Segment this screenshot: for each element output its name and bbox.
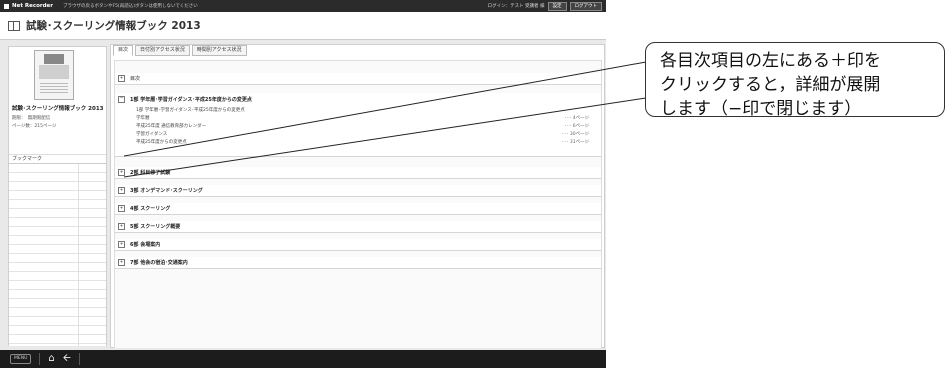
menu-button[interactable]: MENU xyxy=(10,354,32,364)
toc-subitem-page: ･･･ 30ページ xyxy=(561,132,589,137)
title-bar: 試験･スクーリング情報ブック 2013 xyxy=(0,12,606,40)
toc-item-expanded: − 1部 学年暦･学習ガイダンス･平成25年度からの変更点 1部 学年暦･学習ガ… xyxy=(115,93,601,157)
collapse-minus-icon[interactable]: − xyxy=(118,96,125,103)
divider xyxy=(39,353,41,365)
main-panel: 目次 日付別アクセス状況 時間別アクセス状況 + 目次 − 1部 学年暦･学習ガ… xyxy=(110,44,605,348)
toc-item-label: 目次 xyxy=(130,76,141,82)
bookmark-header: ブックマーク xyxy=(9,154,106,163)
book-icon xyxy=(8,20,20,31)
top-bar: Net Recorder ブラウザの戻るボタンやF5(再読込)ボタンは使用しない… xyxy=(0,0,606,12)
toc-item[interactable]: + 6部 会場案内 xyxy=(115,239,601,251)
toc-subitem[interactable]: 1部 学年暦･学習ガイダンス･平成25年度からの変更点 xyxy=(136,107,245,113)
logo-icon xyxy=(4,3,9,9)
bookmark-list[interactable] xyxy=(9,163,106,346)
callout-line-1: 各目次項目の左にある＋印を xyxy=(660,51,881,71)
app-window: Net Recorder ブラウザの戻るボタンやF5(再読込)ボタンは使用しない… xyxy=(0,0,606,368)
annotation-callout: 各目次項目の左にある＋印を クリックすると，詳細が展開 します（−印で閉じます） xyxy=(645,42,945,119)
toc-item[interactable]: + 4部 スクーリング xyxy=(115,203,601,215)
logout-button[interactable]: ログアウト xyxy=(569,1,602,11)
bottom-bar: MENU ⌂ 🡨 xyxy=(0,350,606,368)
tab-bar: 目次 日付別アクセス状況 時間別アクセス状況 xyxy=(111,45,247,56)
home-icon[interactable]: ⌂ xyxy=(48,354,54,364)
toc-item[interactable]: + 7部 他会の宿泊･交通案内 xyxy=(115,257,601,269)
toc-item-label: 3部 オンデマンド･スクーリング xyxy=(130,188,203,194)
toc-subitem[interactable]: 学年暦 xyxy=(136,115,150,121)
divider xyxy=(78,353,80,365)
toc-item-label: 5部 スクーリング概要 xyxy=(130,224,181,230)
tab-time-access[interactable]: 時間別アクセス状況 xyxy=(191,45,247,56)
back-arrow-icon[interactable]: 🡨 xyxy=(63,354,71,364)
callout-line-3: します（−印で閉じます） xyxy=(660,99,862,119)
sidebar: 試験･スクーリング情報ブック 2013 期限： 無期限配信 ページ数：215ペー… xyxy=(8,46,107,346)
expand-plus-icon[interactable]: + xyxy=(118,223,125,230)
toc-item-label: 7部 他会の宿泊･交通案内 xyxy=(130,260,188,266)
toc-item-label: 2部 科目修了試験 xyxy=(130,170,171,176)
user-info: ログイン：テスト 受講者 様 xyxy=(487,4,545,9)
toc-subitem-page: ･･･ 31ページ xyxy=(561,140,589,145)
toc-subitem-page: ･･･ 4ページ xyxy=(564,116,589,121)
book-cover-thumbnail[interactable] xyxy=(34,50,74,100)
expand-plus-icon[interactable]: + xyxy=(118,187,125,194)
callout-line-2: クリックすると，詳細が展開 xyxy=(660,75,881,95)
toc-item-label: 1部 学年暦･学習ガイダンス･平成25年度からの変更点 xyxy=(130,97,252,103)
app-name: Net Recorder xyxy=(12,3,53,9)
toc-item[interactable]: + 2部 科目修了試験 xyxy=(115,167,601,179)
toc-subitem[interactable]: 平成25年度 通信教育部カレンダー xyxy=(136,123,206,129)
toc-subitem[interactable]: 平成25年度からの変更点 xyxy=(136,139,187,145)
tab-date-access[interactable]: 日付別アクセス状況 xyxy=(135,45,190,56)
expand-plus-icon[interactable]: + xyxy=(118,259,125,266)
page-title: 試験･スクーリング情報ブック 2013 xyxy=(26,20,201,32)
toc-item[interactable]: + 3部 オンデマンド･スクーリング xyxy=(115,185,601,197)
sidebar-meta-pages: ページ数：215ページ xyxy=(12,124,57,129)
expand-plus-icon[interactable]: + xyxy=(118,241,125,248)
toc-subitem-page: ･･･ 6ページ xyxy=(564,124,589,129)
toc-subitem[interactable]: 学習ガイダンス xyxy=(136,131,167,137)
toc-item[interactable]: + 5部 スクーリング概要 xyxy=(115,221,601,233)
expand-plus-icon[interactable]: + xyxy=(118,75,125,82)
app-logo: Net Recorder xyxy=(4,3,53,9)
tab-toc[interactable]: 目次 xyxy=(113,45,134,56)
toc-item-label: 6部 会場案内 xyxy=(130,242,161,248)
settings-button[interactable]: 設定 xyxy=(547,1,567,11)
browser-notice: ブラウザの戻るボタンやF5(再読込)ボタンは使用しないでください xyxy=(62,4,198,9)
toc-item-label: 4部 スクーリング xyxy=(130,206,171,212)
expand-plus-icon[interactable]: + xyxy=(118,169,125,176)
toc-item[interactable]: + 目次 xyxy=(115,73,601,85)
toc-list: + 目次 − 1部 学年暦･学習ガイダンス･平成25年度からの変更点 1部 学年… xyxy=(114,60,602,348)
sidebar-meta-period: 期限： 無期限配信 xyxy=(12,116,51,121)
expand-plus-icon[interactable]: + xyxy=(118,205,125,212)
sidebar-book-title: 試験･スクーリング情報ブック 2013 xyxy=(12,106,104,112)
